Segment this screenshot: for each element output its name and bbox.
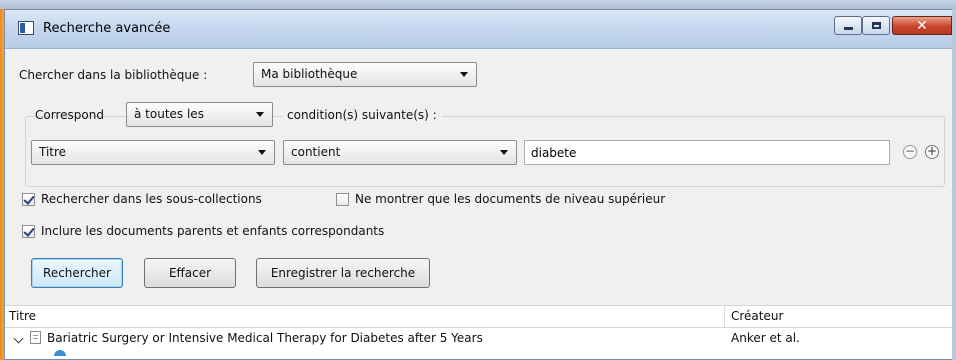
minimize-button[interactable] — [834, 16, 862, 35]
chevron-down-icon — [256, 112, 264, 117]
library-select-value: Ma bibliothèque — [261, 67, 358, 81]
results-table: Titre Créateur Bariatric Surgery or Inte… — [5, 305, 952, 359]
chevron-down-icon — [460, 72, 468, 77]
include-parents-label: Inclure les documents parents et enfants… — [41, 224, 385, 238]
minimize-icon — [843, 27, 853, 30]
results-header: Titre Créateur — [5, 305, 952, 328]
library-label: Chercher dans la bibliothèque : — [19, 68, 208, 82]
column-header-creator[interactable]: Créateur — [731, 309, 783, 323]
subcollections-checkbox[interactable] — [22, 193, 35, 206]
subcollections-label: Rechercher dans les sous-collections — [41, 192, 262, 206]
clear-button[interactable]: Effacer — [144, 258, 236, 288]
chevron-down-icon — [500, 150, 508, 155]
window-title: Recherche avancée — [43, 21, 171, 36]
close-icon: ✕ — [916, 17, 928, 34]
chevron-down-icon — [258, 150, 266, 155]
desktop-background — [0, 0, 956, 9]
table-row[interactable]: Bariatric Surgery or Intensive Medical T… — [5, 326, 952, 352]
match-label: Correspond — [35, 108, 104, 122]
top-level-label: Ne montrer que les documents de niveau s… — [355, 192, 666, 206]
condition-value-input[interactable] — [524, 140, 890, 165]
window-icon — [18, 21, 34, 35]
condition-operator-select[interactable]: contient — [283, 140, 517, 165]
advanced-search-window: Recherche avancée ✕ Chercher dans la bib… — [4, 9, 952, 360]
library-select[interactable]: Ma bibliothèque — [253, 62, 477, 87]
child-attachment-icon — [54, 350, 66, 356]
column-header-title[interactable]: Titre — [9, 309, 36, 323]
include-parents-checkbox[interactable] — [22, 225, 35, 238]
plus-circle-icon[interactable]: + — [925, 145, 939, 159]
condition-field-select[interactable]: Titre — [31, 140, 275, 165]
condition-field-value: Titre — [39, 145, 67, 159]
minus-circle-icon[interactable]: − — [903, 145, 917, 159]
maximize-icon — [871, 22, 881, 29]
row-creator: Anker et al. — [731, 331, 800, 345]
maximize-button[interactable] — [862, 16, 890, 35]
conditions-label: condition(s) suivante(s) : — [282, 108, 442, 122]
title-bar[interactable]: Recherche avancée ✕ — [5, 10, 952, 49]
close-button[interactable]: ✕ — [892, 16, 952, 35]
column-separator[interactable] — [724, 306, 725, 327]
search-button[interactable]: Rechercher — [31, 258, 123, 288]
match-select-value: à toutes les — [134, 107, 204, 121]
save-search-button[interactable]: Enregistrer la recherche — [256, 258, 430, 288]
top-level-checkbox[interactable] — [336, 193, 349, 206]
chevron-down-icon[interactable] — [13, 333, 24, 344]
document-icon — [30, 331, 41, 344]
condition-operator-value: contient — [291, 145, 341, 159]
row-title: Bariatric Surgery or Intensive Medical T… — [47, 331, 483, 345]
match-select[interactable]: à toutes les — [126, 102, 273, 127]
